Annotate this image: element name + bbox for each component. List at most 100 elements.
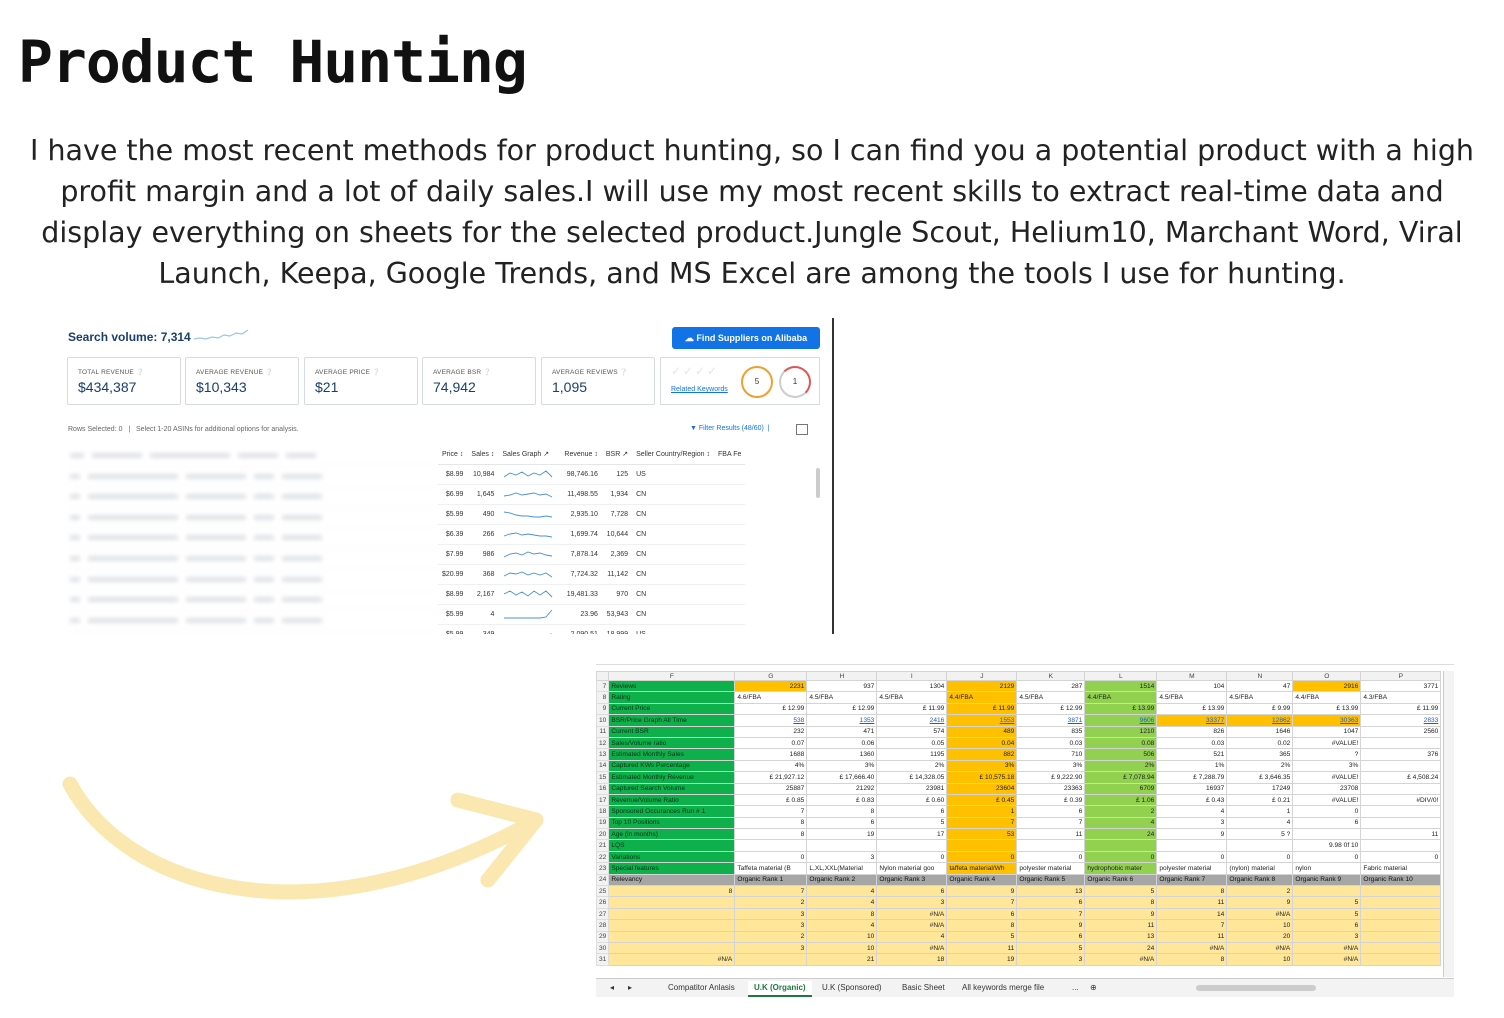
data-cell[interactable]: 6709 — [1084, 782, 1158, 795]
row-number[interactable]: 28 — [596, 919, 610, 932]
data-cell[interactable]: £ 14,328.05 — [876, 771, 948, 784]
next-sheet-icon[interactable]: ▸ — [622, 981, 638, 995]
row-number[interactable]: 30 — [596, 941, 610, 955]
data-cell[interactable]: 24 — [1084, 828, 1158, 841]
data-cell[interactable]: polyester material — [1016, 862, 1086, 875]
data-cell[interactable]: 4 — [1226, 816, 1294, 830]
data-cell[interactable]: 6 — [1016, 805, 1086, 818]
data-cell[interactable]: 3 — [734, 941, 808, 955]
data-cell[interactable]: 0 — [876, 850, 948, 864]
data-cell[interactable] — [1360, 782, 1442, 795]
data-cell[interactable]: 16937 — [1156, 782, 1228, 795]
data-cell[interactable] — [806, 839, 878, 852]
data-cell[interactable]: 0 — [1292, 850, 1362, 864]
data-cell[interactable]: 2916 — [1292, 679, 1362, 693]
data-cell[interactable]: £ 11.99 — [1360, 702, 1442, 716]
data-cell[interactable]: 1047 — [1292, 725, 1362, 738]
row-number[interactable]: 18 — [596, 805, 610, 818]
data-cell[interactable]: 7 — [946, 896, 1018, 909]
data-cell[interactable]: 287 — [1016, 679, 1086, 693]
data-cell[interactable]: nylon — [1292, 862, 1362, 875]
data-cell[interactable]: 2231 — [734, 679, 808, 693]
data-cell[interactable]: 8 — [734, 816, 808, 830]
tab-basic-sheet[interactable]: Basic Sheet — [896, 981, 951, 995]
data-cell[interactable]: 4 — [806, 885, 878, 898]
data-cell[interactable]: 7 — [1156, 919, 1228, 932]
data-cell[interactable]: 3% — [1292, 759, 1362, 773]
select-all-corner[interactable] — [596, 671, 610, 681]
data-cell[interactable]: 0 — [946, 850, 1018, 864]
data-cell[interactable]: £ 11.99 — [876, 702, 948, 716]
data-cell[interactable]: 1646 — [1226, 725, 1294, 738]
organic-rank-filter-cell[interactable]: Organic Rank 6 — [1084, 873, 1158, 887]
data-cell[interactable]: #N/A — [1292, 953, 1362, 966]
data-cell[interactable] — [1084, 839, 1158, 852]
row-number[interactable]: 31 — [596, 953, 610, 966]
data-cell[interactable]: 8 — [1156, 885, 1228, 898]
row-number[interactable]: 19 — [596, 816, 610, 830]
data-cell[interactable]: 0.08 — [1084, 736, 1158, 750]
vertical-scrollbar[interactable] — [1443, 671, 1454, 977]
column-header-sales-graph[interactable]: Sales Graph ↗ — [498, 444, 561, 465]
row-number[interactable]: 11 — [596, 725, 610, 738]
data-cell[interactable]: 4 — [876, 930, 948, 944]
data-cell[interactable]: #VALUE! — [1292, 736, 1362, 750]
data-cell[interactable]: 521 — [1156, 748, 1228, 761]
row-number[interactable]: 26 — [596, 896, 610, 909]
data-cell[interactable]: 5 — [1292, 896, 1362, 909]
data-cell[interactable]: £ 13.99 — [1292, 702, 1362, 716]
data-cell[interactable]: 506 — [1084, 748, 1158, 761]
data-cell[interactable] — [608, 907, 736, 921]
column-header[interactable]: L — [1084, 671, 1158, 681]
data-cell[interactable] — [1016, 839, 1086, 852]
data-cell[interactable]: 4 — [1084, 816, 1158, 830]
data-cell[interactable]: 2416 — [876, 714, 948, 727]
data-cell[interactable]: #N/A — [1226, 941, 1294, 955]
empty-cell[interactable] — [1360, 941, 1442, 955]
data-cell[interactable]: 1353 — [806, 714, 878, 727]
data-cell[interactable]: 12862 — [1226, 714, 1294, 727]
add-sheet-icon[interactable]: ⊕ — [1084, 981, 1103, 995]
data-cell[interactable]: 6 — [806, 816, 878, 830]
column-header[interactable]: G — [734, 671, 808, 681]
column-header-sales[interactable]: Sales ↕ — [467, 444, 499, 465]
data-cell[interactable]: 7 — [1016, 907, 1086, 921]
column-header[interactable]: N — [1226, 671, 1294, 681]
data-cell[interactable]: 4% — [734, 759, 808, 773]
data-cell[interactable]: 538 — [734, 714, 808, 727]
data-cell[interactable]: 3 — [734, 919, 808, 932]
data-cell[interactable]: 13 — [1016, 885, 1086, 898]
organic-rank-filter-cell[interactable]: Organic Rank 3 — [876, 873, 948, 887]
prev-sheet-icon[interactable]: ◂ — [604, 981, 620, 995]
data-cell[interactable]: 0.06 — [806, 736, 878, 750]
data-cell[interactable]: #N/A — [876, 941, 948, 955]
row-label-cell[interactable]: Captured KWs Percentage — [608, 759, 736, 773]
data-cell[interactable]: £ 4,508.24 — [1360, 771, 1442, 784]
data-cell[interactable]: 1 — [1226, 805, 1294, 818]
data-cell[interactable]: 937 — [806, 679, 878, 693]
data-cell[interactable]: 8 — [806, 805, 878, 818]
data-cell[interactable] — [1226, 839, 1294, 852]
data-cell[interactable]: 9 — [1084, 907, 1158, 921]
horizontal-scrollbar[interactable] — [1116, 981, 1432, 995]
data-cell[interactable]: 0 — [1226, 850, 1294, 864]
more-tabs-icon[interactable]: ... — [1066, 981, 1085, 995]
data-cell[interactable]: (nylon) material — [1226, 862, 1294, 875]
row-number[interactable]: 27 — [596, 907, 610, 921]
row-label-cell[interactable]: Age (in months) — [608, 828, 736, 841]
data-cell[interactable]: 10 — [1226, 953, 1294, 966]
data-cell[interactable]: 710 — [1016, 748, 1086, 761]
row-label-cell[interactable]: Estimated Monthly Sales — [608, 748, 736, 761]
data-cell[interactable]: 53 — [946, 828, 1018, 841]
data-cell[interactable]: 4.3/FBA — [1360, 691, 1442, 704]
table-row[interactable]: $20.99 368 7,724.32 11,142 CN — [438, 564, 746, 585]
data-cell[interactable]: 47 — [1226, 679, 1294, 693]
row-number[interactable]: 13 — [596, 748, 610, 761]
data-cell[interactable]: 10 — [806, 930, 878, 944]
data-cell[interactable]: #N/A — [608, 953, 736, 966]
data-cell[interactable] — [1360, 816, 1442, 830]
data-cell[interactable]: 3% — [806, 759, 878, 773]
data-cell[interactable]: £ 12.99 — [806, 702, 878, 716]
data-cell[interactable]: 0 — [1292, 805, 1362, 818]
data-cell[interactable]: £ 0.83 — [806, 793, 878, 807]
